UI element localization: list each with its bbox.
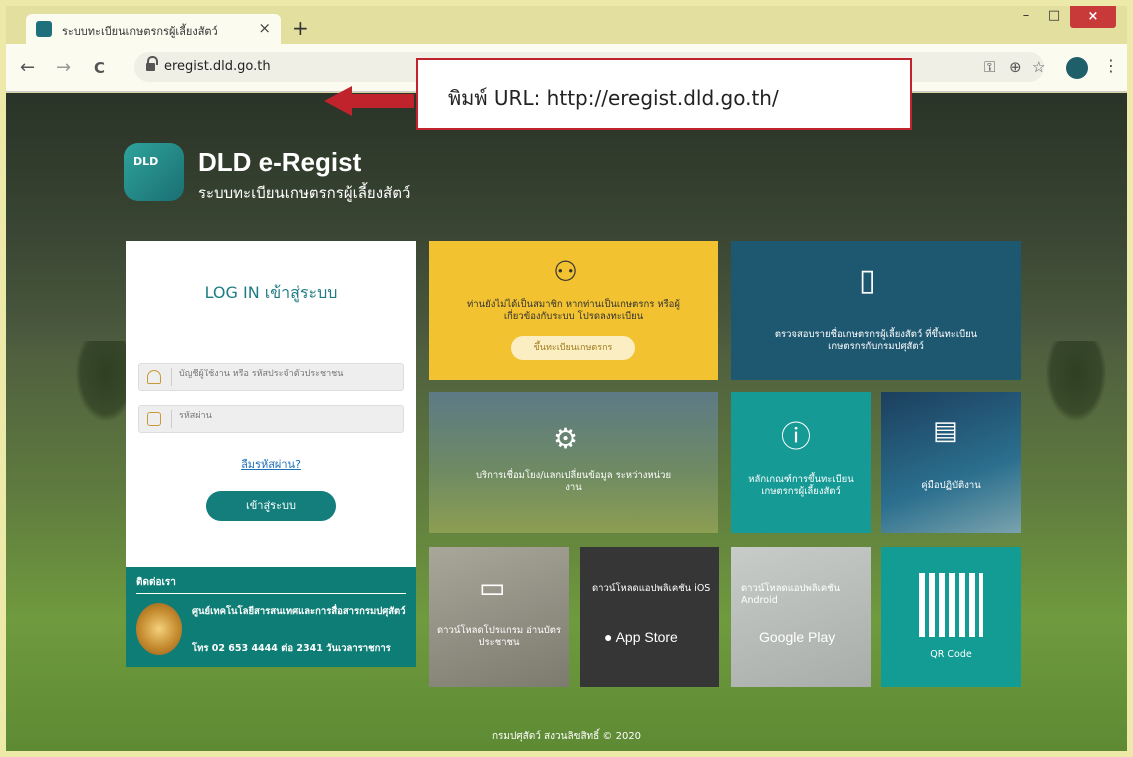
favicon-icon bbox=[36, 21, 52, 37]
maximize-button[interactable]: □ bbox=[1040, 8, 1068, 30]
username-field[interactable] bbox=[138, 363, 404, 391]
register-tile[interactable]: ⚇ ท่านยังไม่ได้เป็นสมาชิก หากท่านเป็นเกษ… bbox=[429, 241, 718, 380]
zoom-icon[interactable]: ⊕ bbox=[1009, 58, 1022, 76]
ios-text: ดาวน์โหลดแอปพลิเคชัน iOS bbox=[592, 583, 711, 594]
forward-icon[interactable]: → bbox=[56, 57, 71, 78]
app-store-text: App Store bbox=[612, 629, 678, 645]
network-icon: ⚙ bbox=[553, 422, 579, 455]
forgot-password-link[interactable]: ลืมรหัสผ่าน? bbox=[126, 455, 416, 473]
page-viewport: DLD DLD e-Regist ระบบทะเบียนเกษตรกรผู้เล… bbox=[6, 93, 1127, 751]
url-text[interactable]: eregist.dld.go.th bbox=[164, 59, 271, 74]
android-text: ดาวน์โหลดแอปพลิเคชัน Android bbox=[741, 583, 841, 606]
manual-text: คู่มือปฏิบัติงาน bbox=[921, 480, 981, 491]
lock-icon bbox=[146, 56, 158, 71]
google-play-label: Google Play bbox=[759, 629, 836, 645]
lock-icon bbox=[147, 412, 161, 426]
browser-tab[interactable]: ระบบทะเบียนเกษตรกรผู้เลี้ยงสัตว์ × bbox=[26, 14, 281, 44]
qr-code-tile[interactable]: QR Code bbox=[881, 547, 1021, 687]
profile-icon[interactable] bbox=[1066, 57, 1088, 79]
menu-icon[interactable]: ⋮ bbox=[1103, 56, 1119, 75]
field-separator bbox=[171, 410, 172, 428]
tab-bar: ระบบทะเบียนเกษตรกรผู้เลี้ยงสัตว์ × + – □… bbox=[6, 6, 1127, 44]
divider bbox=[136, 593, 406, 594]
card-reader-text: ดาวน์โหลดโปรแกรม อ่านบัตรประชาชน bbox=[436, 625, 562, 648]
contact-panel: ติดต่อเรา ศูนย์เทคโนโลยีสารสนเทศและการสื… bbox=[126, 567, 416, 667]
criteria-tile[interactable]: ⓘ หลักเกณฑ์การขึ้นทะเบียน เกษตรกรผู้เลี้… bbox=[731, 392, 871, 533]
dld-seal-icon bbox=[136, 603, 182, 655]
annotation-text: พิมพ์ URL: http://eregist.dld.go.th/ bbox=[448, 86, 779, 110]
login-button[interactable]: เข้าสู่ระบบ bbox=[206, 491, 336, 521]
tab-title: ระบบทะเบียนเกษตรกรผู้เลี้ยงสัตว์ bbox=[62, 25, 218, 38]
book-info-icon: ⓘ bbox=[781, 420, 811, 455]
annotation-box: พิมพ์ URL: http://eregist.dld.go.th/ bbox=[416, 58, 912, 130]
monitor-icon: ▭ bbox=[479, 571, 506, 604]
qr-code-icon bbox=[919, 573, 983, 637]
mobile-bank-icon: ▯ bbox=[859, 263, 876, 298]
background-tree bbox=[1046, 341, 1106, 421]
key-icon[interactable]: ⚿ bbox=[984, 58, 995, 76]
android-download-tile[interactable]: ดาวน์โหลดแอปพลิเคชัน Android Google Play bbox=[731, 547, 871, 687]
minimize-button[interactable]: – bbox=[1012, 8, 1040, 30]
login-panel: LOG IN เข้าสู่ระบบ ลืมรหัสผ่าน? เข้าสู่ร… bbox=[126, 241, 416, 567]
brand-title: DLD e-Regist bbox=[198, 147, 362, 177]
user-icon bbox=[147, 370, 161, 384]
contact-phone: โทร 02 653 4444 ต่อ 2341 วันเวลาราชการ bbox=[192, 643, 391, 654]
browser-window: ระบบทะเบียนเกษตรกรผู้เลี้ยงสัตว์ × + – □… bbox=[6, 6, 1127, 751]
qr-code-text: QR Code bbox=[930, 649, 972, 660]
register-text: ท่านยังไม่ได้เป็นสมาชิก หากท่านเป็นเกษตร… bbox=[467, 299, 680, 322]
dld-logo: DLD bbox=[124, 143, 184, 201]
manual-tile[interactable]: ▤ คู่มือปฏิบัติงาน bbox=[881, 392, 1021, 533]
logo-text: DLD bbox=[133, 155, 159, 168]
username-input[interactable] bbox=[179, 369, 394, 379]
manual-book-icon: ▤ bbox=[933, 416, 958, 446]
app-store-label: ● App Store bbox=[604, 629, 678, 645]
footer-copyright: กรมปศุสัตว์ สงวนลิขสิทธิ์ © 2020 bbox=[491, 731, 642, 742]
check-list-tile[interactable]: ▯ ตรวจสอบรายชื่อเกษตรกรผู้เลี้ยงสัตว์ ที… bbox=[731, 241, 1021, 380]
contact-heading: ติดต่อเรา bbox=[136, 577, 176, 588]
reload-icon[interactable]: C bbox=[94, 59, 105, 77]
close-tab-icon[interactable]: × bbox=[258, 19, 271, 37]
new-tab-button[interactable]: + bbox=[292, 16, 309, 40]
register-button[interactable]: ขึ้นทะเบียนเกษตรกร bbox=[511, 336, 635, 360]
data-exchange-text: บริการเชื่อมโยง/แลกเปลี่ยนข้อมูล ระหว่าง… bbox=[475, 470, 672, 493]
star-icon[interactable]: ☆ bbox=[1032, 58, 1045, 76]
login-title: LOG IN เข้าสู่ระบบ bbox=[204, 283, 338, 302]
field-separator bbox=[171, 368, 172, 386]
brand-subtitle: ระบบทะเบียนเกษตรกรผู้เลี้ยงสัตว์ bbox=[198, 184, 411, 202]
red-arrow-icon bbox=[324, 86, 414, 116]
ios-download-tile[interactable]: ดาวน์โหลดแอปพลิเคชัน iOS ● App Store bbox=[580, 547, 719, 687]
password-input[interactable] bbox=[179, 411, 394, 421]
farmer-icon: ⚇ bbox=[553, 255, 579, 288]
data-exchange-tile[interactable]: ⚙ บริการเชื่อมโยง/แลกเปลี่ยนข้อมูล ระหว่… bbox=[429, 392, 718, 533]
back-icon[interactable]: ← bbox=[20, 57, 35, 78]
close-window-button[interactable]: × bbox=[1070, 6, 1116, 28]
card-reader-tile[interactable]: ▭ ดาวน์โหลดโปรแกรม อ่านบัตรประชาชน bbox=[429, 547, 569, 687]
check-list-text: ตรวจสอบรายชื่อเกษตรกรผู้เลี้ยงสัตว์ ที่ข… bbox=[774, 329, 978, 352]
contact-org: ศูนย์เทคโนโลยีสารสนเทศและการสื่อสารกรมปศ… bbox=[192, 606, 406, 617]
criteria-text: หลักเกณฑ์การขึ้นทะเบียน เกษตรกรผู้เลี้ยง… bbox=[748, 474, 854, 497]
password-field[interactable] bbox=[138, 405, 404, 433]
